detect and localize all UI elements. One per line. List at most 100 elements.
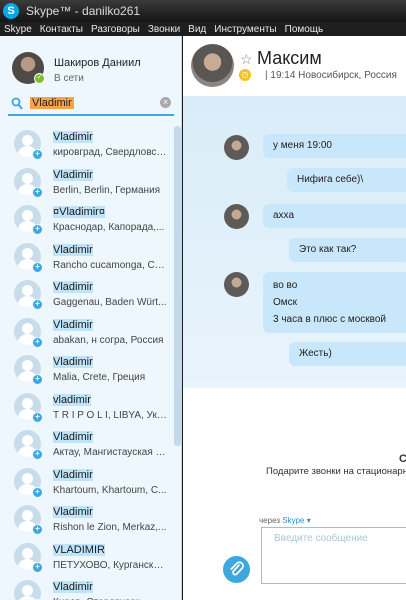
conversation-header: ☆ Максим ◷ | 19:14 Новосибирск, Россия bbox=[183, 36, 406, 96]
default-avatar-icon bbox=[14, 580, 41, 600]
paperclip-icon bbox=[230, 561, 244, 576]
contact-location: T R I P O L I, LIBYA, Укр... bbox=[53, 410, 167, 421]
menu-help[interactable]: Помощь bbox=[281, 24, 328, 35]
contact-item[interactable]: + Vladimir Khartoum, Khartoum, C... bbox=[0, 464, 172, 501]
contact-name: ¤Vladimir¤ bbox=[53, 206, 105, 218]
contact-item[interactable]: + Vladimir Rancho cucamonga, Ca... bbox=[0, 239, 172, 276]
contact-item[interactable]: +VladimirКиров, Старорусск... bbox=[0, 576, 172, 600]
title-bar: S Skype™ - danilko261 bbox=[0, 0, 406, 22]
conversation-pane: ☆ Максим ◷ | 19:14 Новосибирск, Россия у… bbox=[183, 36, 406, 600]
contact-item[interactable]: + vladimir T R I P O L I, LIBYA, Укр... bbox=[0, 389, 172, 426]
contact-name: Vladimir bbox=[53, 469, 93, 481]
contact-local-time: | 19:14 Новосибирск, Россия bbox=[265, 70, 397, 81]
add-contact-icon: + bbox=[32, 449, 43, 460]
contact-location: Rancho cucamonga, Ca... bbox=[53, 260, 167, 271]
promo-text[interactable]: Подарите звонки на стационарн bbox=[266, 466, 406, 477]
contact-item[interactable]: + Vladimir Актау, Мангистауская о... bbox=[0, 426, 172, 463]
contact-name: vladimir bbox=[53, 394, 91, 406]
my-name: Шакиров Даниил bbox=[54, 57, 141, 69]
add-contact-icon: + bbox=[32, 187, 43, 198]
message-text: Нифига себе)\ bbox=[297, 174, 364, 185]
menu-contacts[interactable]: Контакты bbox=[36, 24, 87, 35]
incoming-message: ахха bbox=[263, 204, 406, 228]
add-contact-icon: + bbox=[32, 374, 43, 385]
window-title: Skype™ - danilko261 bbox=[26, 4, 141, 18]
message-text: ахха bbox=[273, 210, 295, 221]
contact-item[interactable]: + Vladimir Berlin, Berlin, Германия bbox=[0, 164, 172, 201]
contact-search[interactable]: Vladimir × bbox=[8, 94, 174, 116]
contact-name: Vladimir bbox=[53, 356, 93, 368]
contact-name: Vladimir bbox=[53, 581, 93, 593]
skype-logo-icon: S bbox=[3, 3, 19, 19]
add-contact-icon: + bbox=[32, 562, 43, 573]
contact-location: ПЕТУХОВО, Курганска... bbox=[53, 560, 167, 571]
menu-view[interactable]: Вид bbox=[184, 24, 210, 35]
menu-skype[interactable]: Skype bbox=[0, 24, 36, 35]
message-text: Это как так? bbox=[299, 244, 357, 255]
sidebar: ✓ Шакиров Даниил В сети Vladimir × + Vlad… bbox=[0, 36, 182, 600]
message-text: во во bbox=[273, 280, 298, 291]
message-text: Омск bbox=[273, 297, 298, 308]
contact-location: Rishon le Zion, Merkaz,... bbox=[53, 522, 167, 533]
contact-item[interactable]: + VLADIMIR ПЕТУХОВО, Курганска... bbox=[0, 539, 172, 576]
message-avatar bbox=[224, 135, 249, 160]
away-clock-icon: ◷ bbox=[239, 69, 251, 81]
search-input[interactable]: Vladimir bbox=[30, 97, 74, 109]
via-label: через bbox=[259, 516, 281, 525]
contact-item[interactable]: + Vladimir abakan, н согра, Россия bbox=[0, 314, 172, 351]
contact-item[interactable]: + Vladimir кировград, Свердловская... bbox=[0, 126, 172, 163]
message-text: 3 часа в плюс с москвой bbox=[273, 314, 387, 325]
add-contact-icon: + bbox=[32, 487, 43, 498]
contact-name: Vladimir bbox=[53, 281, 93, 293]
outgoing-message: Нифига себе)\ bbox=[287, 168, 406, 192]
message-avatar bbox=[224, 272, 249, 297]
contact-list-scrollbar[interactable] bbox=[174, 126, 181, 446]
add-contact-icon: + bbox=[32, 262, 43, 273]
incoming-message: во во Омск 3 часа в плюс с москвой bbox=[263, 272, 406, 333]
contact-item[interactable]: + Vladimir Gaggenau, Baden Würt... bbox=[0, 276, 172, 313]
menu-conversations[interactable]: Разговоры bbox=[87, 24, 144, 35]
contact-list: +Vladimirкировград, Свердловская...+Vlad… bbox=[0, 126, 181, 600]
my-profile[interactable]: ✓ Шакиров Даниил В сети bbox=[0, 36, 181, 90]
attach-button[interactable] bbox=[223, 556, 250, 583]
contact-name: VLADIMIR bbox=[53, 544, 105, 556]
outgoing-message: Жесть) bbox=[289, 342, 406, 366]
add-contact-icon: + bbox=[32, 224, 43, 235]
skype-window: S Skype™ - danilko261 Skype Контакты Раз… bbox=[0, 0, 406, 600]
menu-calls[interactable]: Звонки bbox=[144, 24, 184, 35]
message-box[interactable] bbox=[261, 527, 406, 584]
contact-location: Malia, Crete, Греция bbox=[53, 372, 146, 383]
contact-location: Актау, Мангистауская о... bbox=[53, 447, 167, 458]
contact-name: Vladimir bbox=[53, 244, 93, 256]
contact-name: Vladimir bbox=[53, 319, 93, 331]
add-contact-icon: + bbox=[32, 524, 43, 535]
contact-location: кировград, Свердловская... bbox=[53, 147, 167, 158]
contact-location: abakan, н согра, Россия bbox=[53, 335, 164, 346]
message-input[interactable] bbox=[274, 533, 406, 544]
my-status-text[interactable]: В сети bbox=[54, 73, 84, 84]
contact-name: Максим bbox=[257, 48, 322, 68]
contact-name: Vladimir bbox=[53, 506, 93, 518]
message-history: у меня 19:00 Нифига себе)\ ахха Это как … bbox=[183, 96, 406, 388]
message-text: Жесть) bbox=[299, 348, 332, 359]
menu-tools[interactable]: Инструменты bbox=[210, 24, 280, 35]
contact-item[interactable]: + Vladimir Malia, Crete, Греция bbox=[0, 351, 172, 388]
send-via-row: через Skype ▾ bbox=[259, 516, 311, 525]
clear-search-icon[interactable]: × bbox=[160, 97, 171, 108]
via-service-dropdown[interactable]: Skype ▾ bbox=[282, 516, 310, 525]
message-avatar bbox=[224, 204, 249, 229]
favorite-star-icon[interactable]: ☆ bbox=[240, 51, 253, 68]
add-contact-icon: + bbox=[32, 299, 43, 310]
contact-item[interactable]: + Vladimir Rishon le Zion, Merkaz,... bbox=[0, 501, 172, 538]
contact-location: Краснодар, Капорада,... bbox=[53, 222, 165, 233]
search-icon bbox=[11, 97, 23, 110]
contact-name: Vladimir bbox=[53, 131, 93, 143]
contact-location: Berlin, Berlin, Германия bbox=[53, 185, 161, 196]
incoming-message: у меня 19:00 bbox=[263, 134, 406, 158]
contact-item[interactable]: + ¤Vladimir¤ Краснодар, Капорада,... bbox=[0, 201, 172, 238]
contact-avatar[interactable] bbox=[191, 44, 234, 87]
add-contact-icon: + bbox=[32, 337, 43, 348]
contact-location: Khartoum, Khartoum, C... bbox=[53, 485, 167, 496]
promo-title: С bbox=[399, 453, 406, 465]
add-contact-icon: + bbox=[32, 412, 43, 423]
